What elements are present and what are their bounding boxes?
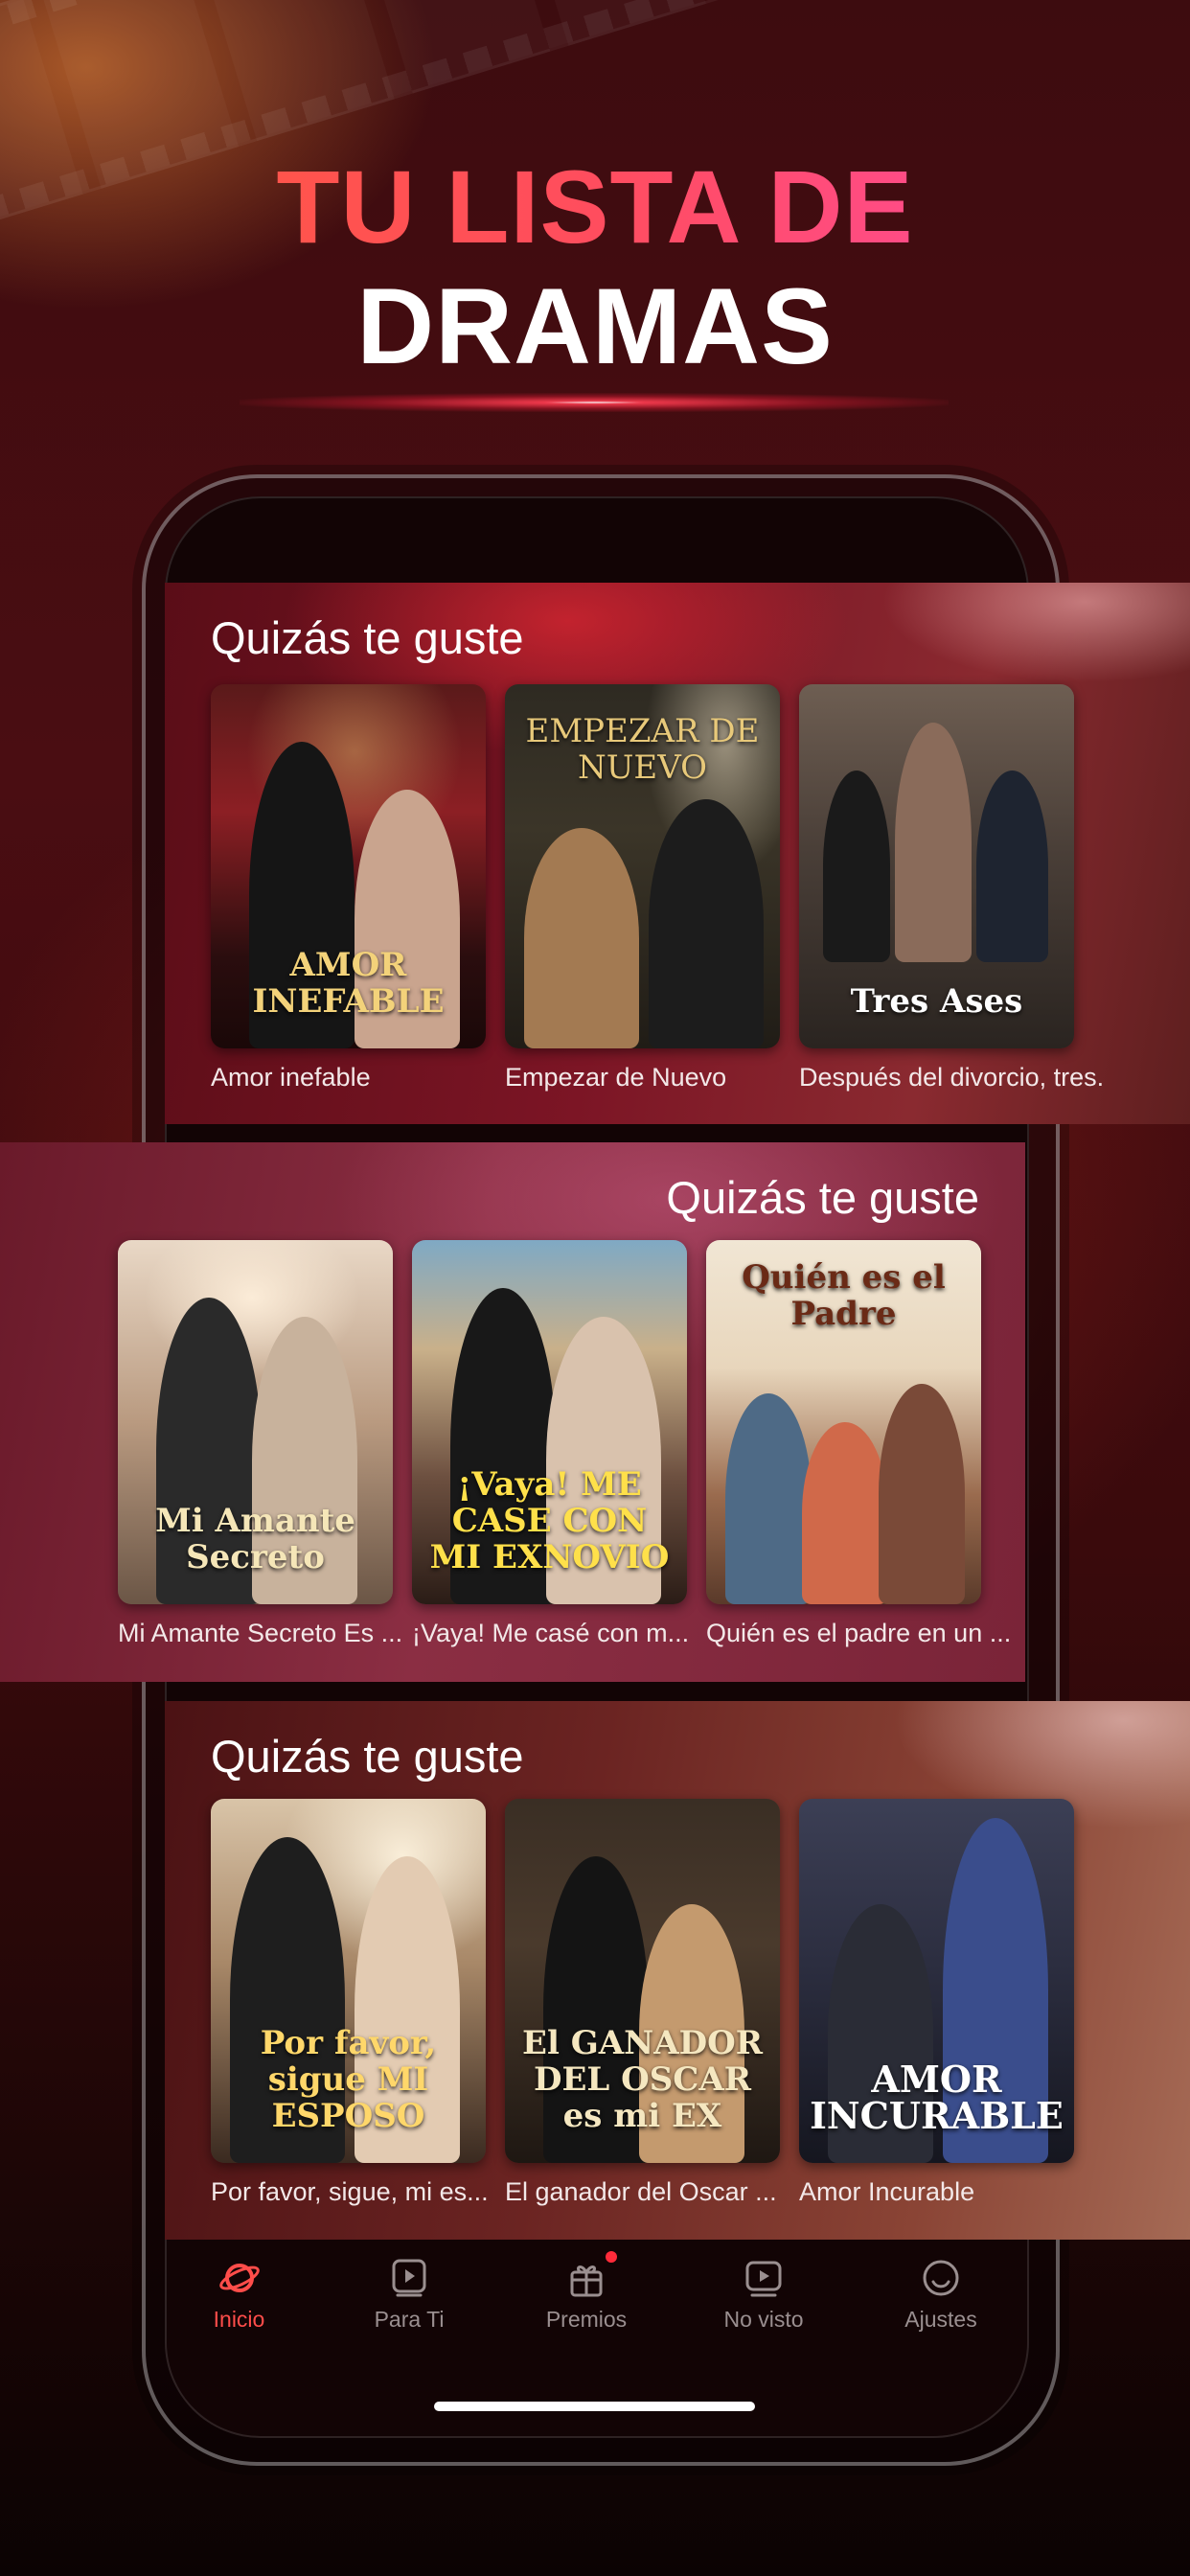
headline-glow-divider [240, 393, 949, 412]
gift-icon [565, 2251, 617, 2299]
home-indicator [434, 2402, 755, 2411]
tab-label: Premios [545, 2307, 628, 2332]
drama-card-me-case-con-mi-exnovio[interactable]: ¡Vaya! ME CASE CON MI EXNOVIO ¡Vaya! Me … [412, 1240, 689, 1648]
drama-title: Por favor, sigue, mi es... [211, 2177, 489, 2206]
drama-card-amor-inefable[interactable]: AMOR INEFABLE Amor inefable [211, 684, 486, 1092]
drama-title: El ganador del Oscar ... [505, 2177, 777, 2206]
drama-poster[interactable]: Tres Ases [799, 684, 1074, 1048]
settings-ring-icon [920, 2257, 962, 2299]
headline-line-2: DRAMAS [356, 266, 834, 386]
tab-premios[interactable]: Premios [500, 2240, 673, 2333]
tab-para-ti[interactable]: Para Ti [323, 2240, 495, 2333]
play-stack-icon [388, 2257, 430, 2299]
drama-poster[interactable]: EMPEZAR DE NUEVO [505, 684, 780, 1048]
tab-label: Inicio [213, 2307, 265, 2332]
drama-card-mi-esposo-problematico[interactable]: Por favor, sigue MI ESPOSO Por favor, si… [211, 1799, 489, 2207]
recommendation-section-2: Quizás te guste Mi Amante Secreto Mi Ama… [0, 1142, 1025, 1682]
tab-label: No visto [723, 2307, 804, 2332]
drama-poster[interactable]: AMOR INEFABLE [211, 684, 486, 1048]
poster-title: Por favor, sigue MI ESPOSO [260, 2024, 437, 2135]
drama-title: Amor Incurable [799, 2177, 975, 2206]
drama-card-quien-es-el-padre[interactable]: Quién es el Padre Quién es el padre en u… [706, 1240, 1011, 1648]
video-icon [743, 2257, 785, 2299]
drama-card-empezar-de-nuevo[interactable]: EMPEZAR DE NUEVO Empezar de Nuevo [505, 684, 780, 1092]
drama-card-amor-incurable[interactable]: AMOR INCURABLE Amor Incurable [799, 1799, 1074, 2207]
poster-title: EMPEZAR DE NUEVO [525, 712, 760, 787]
planet-icon [218, 2257, 261, 2299]
tab-label: Ajustes [904, 2307, 977, 2332]
drama-poster[interactable]: AMOR INCURABLE [799, 1799, 1074, 2163]
poster-title: AMOR INCURABLE [810, 2058, 1064, 2137]
drama-card-el-ganador-del-oscar[interactable]: El GANADOR DEL OSCAR es mi EX El ganador… [505, 1799, 780, 2207]
poster-title: AMOR INEFABLE [252, 946, 445, 1021]
bottom-tab-bar: Inicio Para Ti Premios No visto Ajustes [165, 2240, 1025, 2335]
headline-line-1: TU LISTA DE [0, 153, 1190, 261]
drama-poster[interactable]: Por favor, sigue MI ESPOSO [211, 1799, 486, 2163]
recommendation-section-3: Quizás te guste Por favor, sigue MI ESPO… [165, 1701, 1190, 2240]
poster-title: El GANADOR DEL OSCAR es mi EX [522, 2024, 763, 2135]
section-title: Quizás te guste [211, 612, 524, 663]
drama-card-tres-ases[interactable]: Tres Ases Después del divorcio, tres... [799, 684, 1106, 1092]
recommendation-section-1: Quizás te guste AMOR INEFABLE Amor inefa… [165, 583, 1190, 1124]
drama-title: Amor inefable [211, 1063, 371, 1092]
drama-title: Después del divorcio, tres... [799, 1063, 1106, 1092]
drama-title: ¡Vaya! Me casé con m... [412, 1619, 690, 1647]
drama-card-mi-amante-secreto[interactable]: Mi Amante Secreto Mi Amante Secreto Es .… [118, 1240, 402, 1648]
drama-title: Empezar de Nuevo [505, 1063, 727, 1092]
poster-title: Quién es el Padre [742, 1258, 946, 1333]
poster-title: Tres Ases [850, 982, 1023, 1021]
tab-inicio[interactable]: Inicio [165, 2240, 313, 2333]
section-title: Quizás te guste [211, 1731, 524, 1782]
drama-poster[interactable]: ¡Vaya! ME CASE CON MI EXNOVIO [412, 1240, 687, 1604]
drama-poster[interactable]: Quién es el Padre [706, 1240, 981, 1604]
tab-no-visto[interactable]: No visto [677, 2240, 850, 2333]
drama-poster[interactable]: El GANADOR DEL OSCAR es mi EX [505, 1799, 780, 2163]
drama-poster[interactable]: Mi Amante Secreto [118, 1240, 393, 1604]
notification-badge [606, 2251, 617, 2263]
drama-title: Mi Amante Secreto Es ... [118, 1619, 403, 1647]
poster-title: ¡Vaya! ME CASE CON MI EXNOVIO [429, 1465, 670, 1576]
drama-title: Quién es el padre en un ... [706, 1619, 1012, 1647]
poster-title: Mi Amante Secreto [155, 1502, 355, 1576]
tab-label: Para Ti [374, 2307, 445, 2332]
section-title: Quizás te guste [666, 1172, 979, 1223]
tab-ajustes[interactable]: Ajustes [855, 2240, 1027, 2333]
